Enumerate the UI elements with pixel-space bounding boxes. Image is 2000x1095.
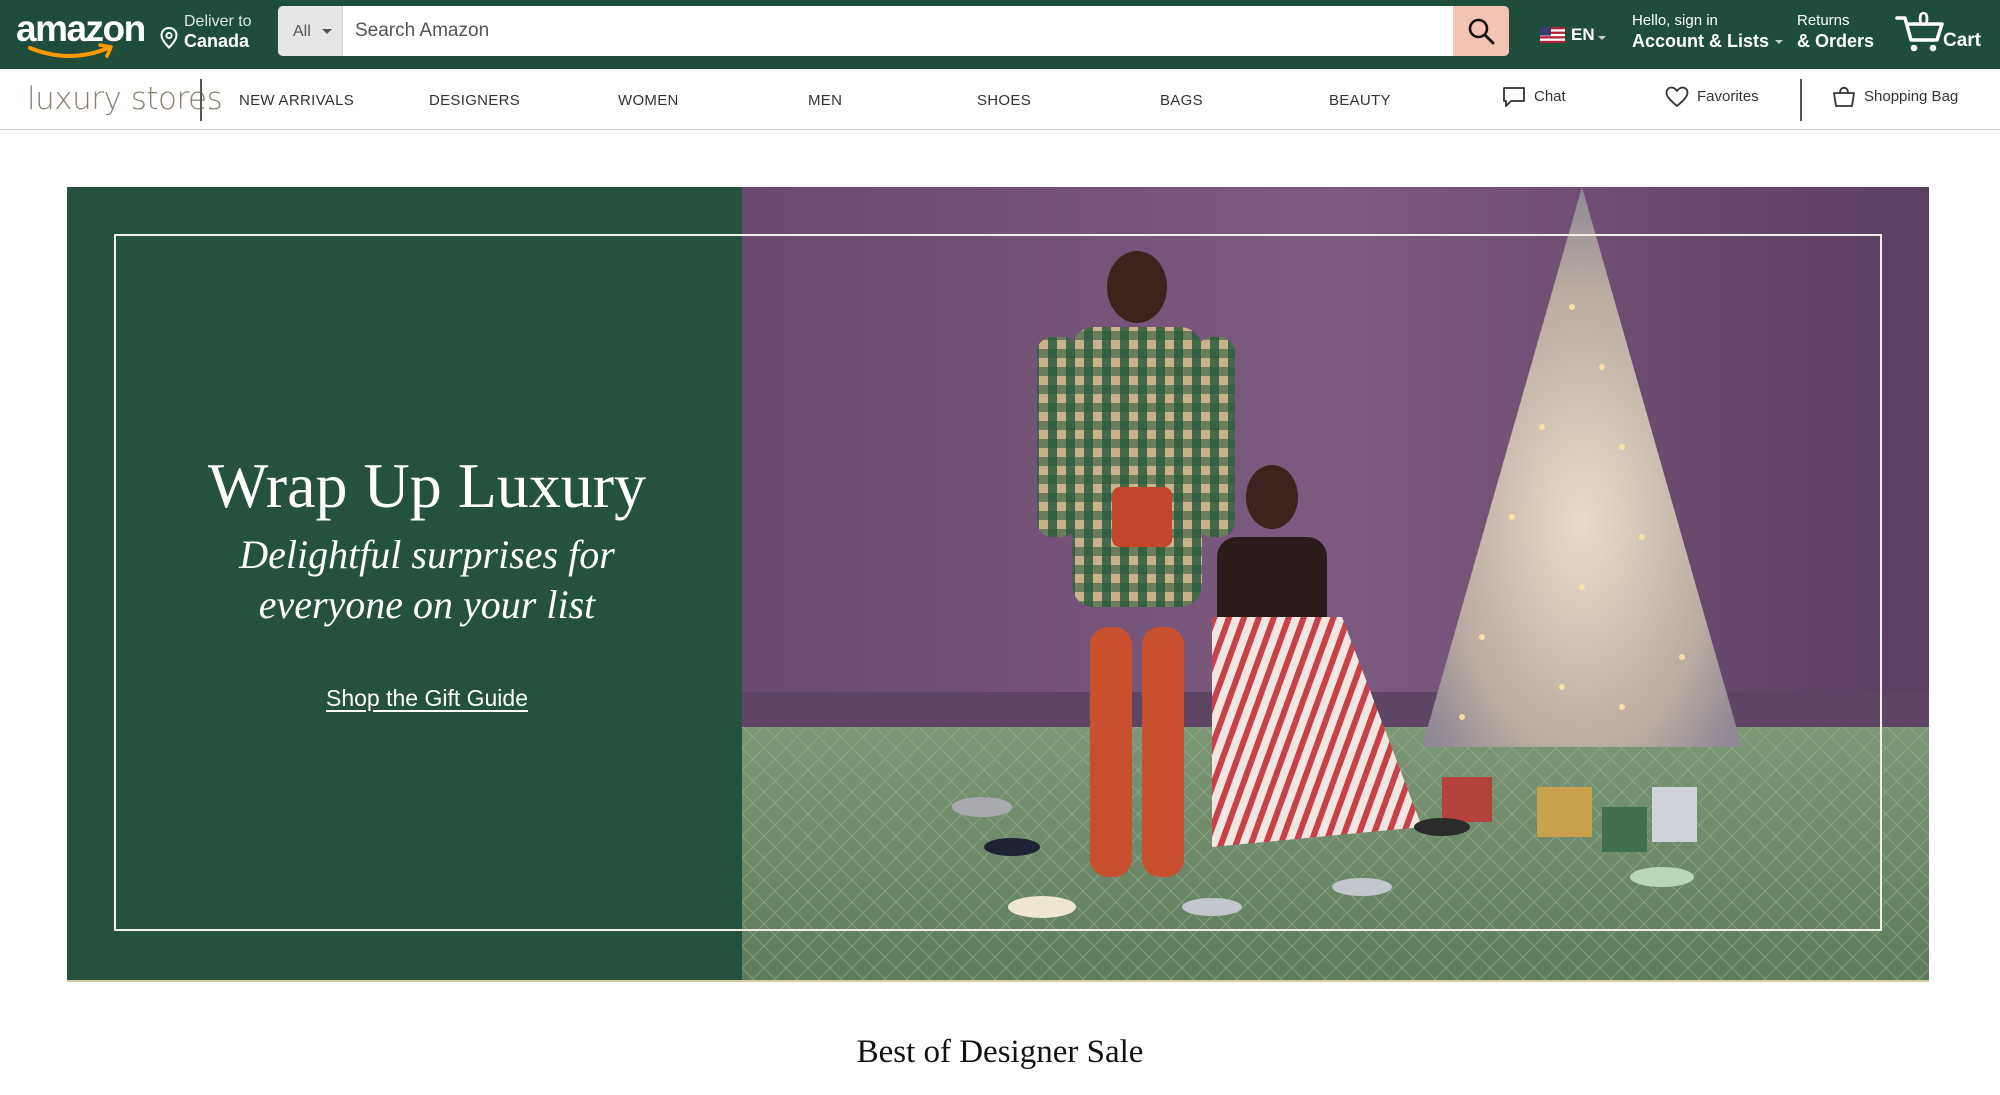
hero-subtitle: Delightful surprises for everyone on you… <box>239 532 615 627</box>
search-bar: All <box>278 6 1509 56</box>
deliver-to-label: Deliver to <box>184 13 252 30</box>
shopping-bag-icon <box>1833 86 1855 107</box>
cart-label: Cart <box>1943 30 1982 51</box>
shopping-bag-link[interactable]: Shopping Bag <box>1832 86 1958 108</box>
amazon-logo[interactable]: amazon <box>16 8 146 58</box>
hero-banner[interactable]: Wrap Up Luxury Delightful surprises for … <box>67 187 1929 980</box>
nav-designers[interactable]: DESIGNERS <box>429 92 520 109</box>
orders-label: & Orders <box>1797 31 1875 51</box>
search-icon <box>1468 18 1495 45</box>
hero-bottom-rule <box>67 980 1929 982</box>
account-lists-row: Account & Lists <box>1632 31 1784 52</box>
us-flag-icon <box>1540 27 1565 43</box>
caret-down-icon <box>1775 40 1784 45</box>
hero-title: Wrap Up Luxury <box>207 450 647 521</box>
cart-count: 0 <box>1918 9 1930 31</box>
deliver-to-country: Canada <box>184 31 250 51</box>
hero-holiday-photo <box>742 187 1929 980</box>
shopping-bag-label: Shopping Bag <box>1864 87 1959 105</box>
nav-shoes[interactable]: SHOES <box>977 92 1031 109</box>
nav-men[interactable]: MEN <box>808 92 842 109</box>
chat-link[interactable]: Chat <box>1502 86 1566 108</box>
returns-label: Returns <box>1797 12 1850 29</box>
caret-down-icon <box>1598 36 1606 40</box>
deliver-to-location[interactable]: Deliver to Canada <box>160 12 280 56</box>
nav-new-arrivals[interactable]: NEW ARRIVALS <box>239 92 354 109</box>
cart-button[interactable]: 0 Cart <box>1895 8 1995 58</box>
chat-bubble-icon <box>1503 87 1525 107</box>
nav-bags[interactable]: BAGS <box>1160 92 1203 109</box>
search-category-label: All <box>293 23 311 40</box>
luxury-stores-navigation: luxury stores NEW ARRIVALS DESIGNERS WOM… <box>0 69 2000 130</box>
luxury-stores-logo[interactable]: luxury stores <box>27 81 223 117</box>
section-title: Best of Designer Sale <box>856 1034 1144 1070</box>
nav-women[interactable]: WOMEN <box>618 92 679 109</box>
divider <box>200 79 202 121</box>
nav-beauty[interactable]: BEAUTY <box>1329 92 1391 109</box>
language-code: EN <box>1571 25 1595 44</box>
search-button[interactable] <box>1453 6 1509 56</box>
divider <box>1800 79 1802 121</box>
favorites-link[interactable]: Favorites <box>1665 86 1759 108</box>
heart-icon <box>1665 86 1689 107</box>
chat-label: Chat <box>1534 87 1566 105</box>
location-pin-icon <box>160 27 178 49</box>
favorites-label: Favorites <box>1697 87 1759 105</box>
account-greeting: Hello, sign in <box>1632 12 1718 29</box>
search-category-dropdown[interactable]: All <box>278 6 343 56</box>
search-input[interactable] <box>343 6 1443 56</box>
account-lists-label: Account & Lists <box>1632 31 1770 51</box>
shop-gift-guide-link[interactable]: Shop the Gift Guide <box>247 685 607 712</box>
caret-down-icon <box>322 29 332 34</box>
top-navigation-bar: amazon Deliver to Canada All Search Amaz… <box>0 0 2000 69</box>
returns-and-orders[interactable]: Returns & Orders <box>1797 12 1874 52</box>
account-and-lists[interactable]: Hello, sign in Account & Lists <box>1632 12 1784 52</box>
smile-arrow-icon <box>28 43 113 58</box>
